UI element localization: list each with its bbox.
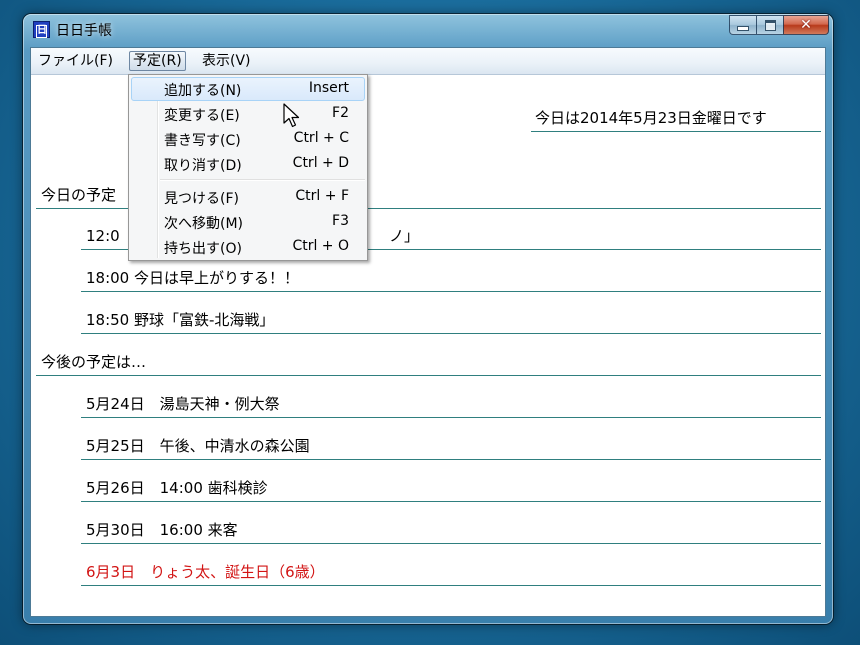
menu-item-delete[interactable]: 取り消す(D) Ctrl + D — [131, 152, 365, 176]
future-item[interactable]: 5月26日 14:00 歯科検診 — [81, 477, 821, 502]
menu-bar: ファイル(F) 予定(R) 表示(V) — [31, 48, 825, 75]
menu-item-label: 取り消す(D) — [164, 158, 242, 174]
app-icon-letter: 日 — [36, 25, 47, 38]
menu-item-shortcut: Insert — [308, 80, 349, 96]
menu-item-label: 見つける(F) — [164, 191, 239, 207]
menu-item-label: 書き写す(C) — [164, 133, 241, 149]
future-section-heading: 今後の予定は… — [36, 351, 821, 376]
menu-file[interactable]: ファイル(F) — [35, 51, 116, 71]
today-item[interactable]: 18:50 野球「富鉄-北海戦」 — [81, 309, 821, 334]
minimize-icon — [737, 25, 749, 31]
today-item[interactable]: 18:00 今日は早上がりする！！ — [81, 267, 821, 292]
menu-item-export[interactable]: 持ち出す(O) Ctrl + O — [131, 235, 365, 259]
client-area: ファイル(F) 予定(R) 表示(V) 今日は2014年5月23日金曜日です 今… — [30, 47, 826, 617]
today-item-text-tail: ノ」 — [389, 227, 420, 245]
menu-view[interactable]: 表示(V) — [199, 51, 254, 71]
window-title: 日日手帳 — [56, 23, 112, 39]
maximize-button[interactable] — [756, 15, 783, 35]
mouse-cursor-icon — [283, 103, 300, 128]
future-item[interactable]: 5月24日 湯島天神・例大祭 — [81, 393, 821, 418]
app-window: 日 日日手帳 ✕ ファイル(F) 予定(R) 表示(V) 今日は2014年5月2… — [23, 14, 833, 624]
today-date-header: 今日は2014年5月23日金曜日です — [531, 107, 821, 132]
menu-item-shortcut: Ctrl + F — [295, 188, 349, 204]
menu-item-shortcut: F3 — [332, 213, 349, 229]
future-item[interactable]: 5月25日 午後、中清水の森公園 — [81, 435, 821, 460]
close-icon: ✕ — [800, 17, 812, 33]
menu-item-label: 変更する(E) — [164, 108, 240, 124]
close-button[interactable]: ✕ — [783, 15, 829, 35]
menu-item-edit[interactable]: 変更する(E) F2 — [131, 102, 365, 126]
menu-schedule[interactable]: 予定(R) — [129, 51, 186, 71]
schedule-dropdown-menu: 追加する(N) Insert 変更する(E) F2 書き写す(C) Ctrl +… — [128, 74, 368, 261]
app-icon[interactable]: 日 — [33, 21, 50, 38]
caption-buttons: ✕ — [729, 15, 829, 35]
menu-item-add[interactable]: 追加する(N) Insert — [131, 77, 365, 101]
future-item-highlighted[interactable]: 6月3日 りょう太、誕生日（6歳） — [81, 561, 821, 586]
today-item-text: 12:0 — [86, 227, 120, 245]
menu-separator — [160, 179, 365, 181]
menu-item-next[interactable]: 次へ移動(M) F3 — [131, 210, 365, 234]
menu-item-copy[interactable]: 書き写す(C) Ctrl + C — [131, 127, 365, 151]
menu-item-shortcut: Ctrl + C — [293, 130, 349, 146]
minimize-button[interactable] — [729, 15, 756, 35]
menu-item-shortcut: F2 — [332, 105, 349, 121]
future-item[interactable]: 5月30日 16:00 来客 — [81, 519, 821, 544]
menu-item-shortcut: Ctrl + D — [292, 155, 349, 171]
title-bar[interactable]: 日 日日手帳 ✕ — [23, 14, 833, 46]
maximize-icon — [764, 19, 776, 31]
menu-item-label: 次へ移動(M) — [164, 216, 244, 232]
menu-item-shortcut: Ctrl + O — [292, 238, 349, 254]
menu-item-label: 持ち出す(O) — [164, 241, 242, 257]
menu-item-find[interactable]: 見つける(F) Ctrl + F — [131, 185, 365, 209]
menu-item-label: 追加する(N) — [164, 83, 242, 99]
